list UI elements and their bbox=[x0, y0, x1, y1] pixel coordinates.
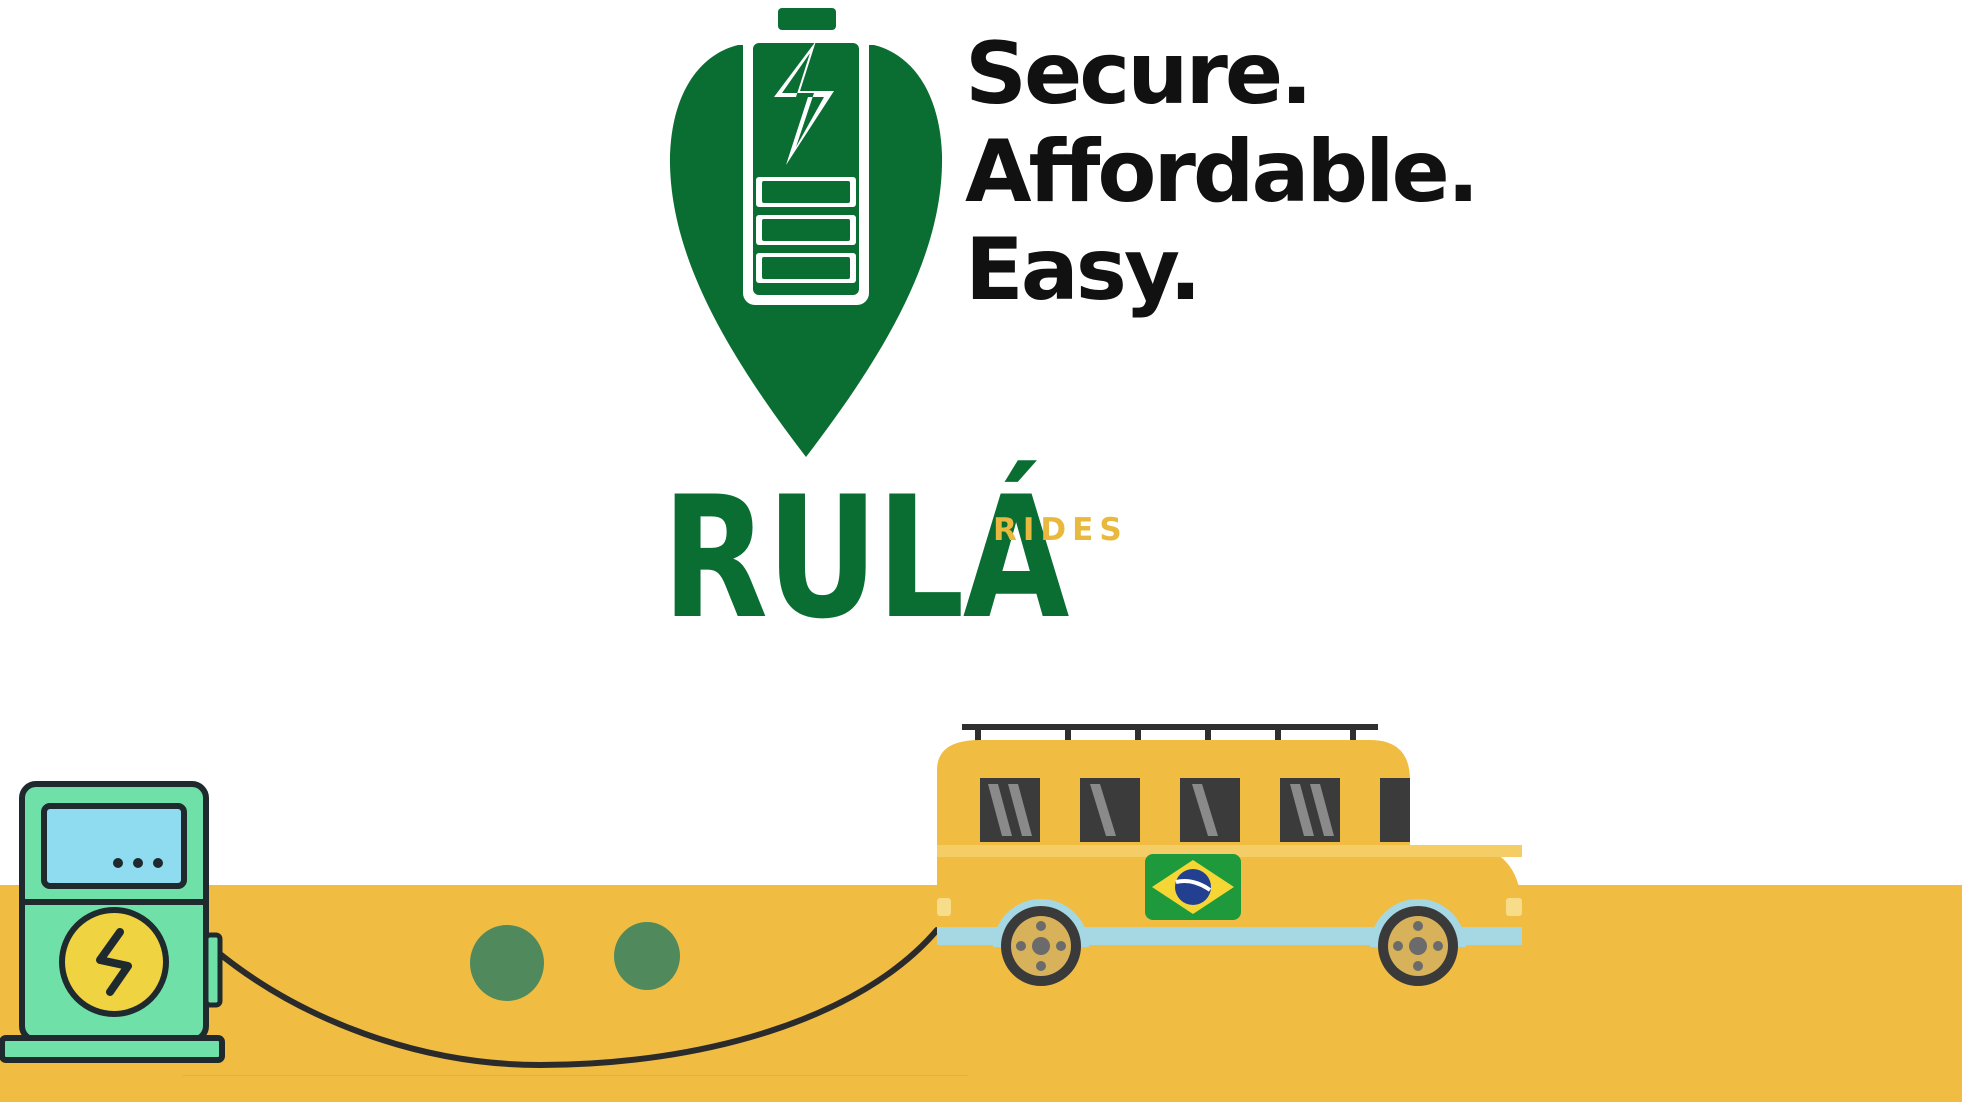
brand-subtitle: RIDES bbox=[993, 512, 1128, 548]
bus-wheel bbox=[1001, 906, 1081, 986]
tagline-line: Affordable. bbox=[965, 122, 1480, 222]
battery-pin-icon bbox=[669, 8, 943, 457]
brand-name: RULÁ bbox=[662, 460, 1069, 656]
charging-cable bbox=[212, 927, 940, 1069]
tagline-line: Easy. bbox=[965, 220, 1202, 320]
brazil-flag-icon bbox=[1145, 854, 1241, 920]
decor-dot bbox=[614, 922, 680, 990]
charging-scene bbox=[0, 724, 1522, 1069]
tagline-line: Secure. bbox=[965, 24, 1313, 124]
tagline: Secure. Affordable. Easy. bbox=[965, 24, 1480, 320]
charging-station-icon bbox=[0, 781, 225, 1063]
bus-icon bbox=[937, 724, 1522, 986]
decor-dot bbox=[470, 925, 544, 1001]
bus-wheel bbox=[1378, 906, 1458, 986]
